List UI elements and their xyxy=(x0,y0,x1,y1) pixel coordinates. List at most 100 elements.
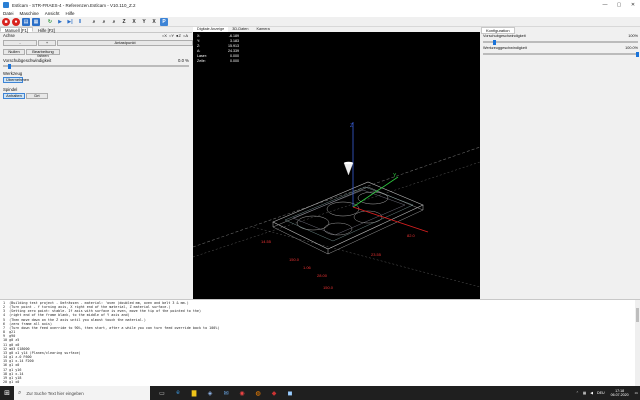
estlcam-icon[interactable]: ◆ xyxy=(266,386,282,400)
gcode-line[interactable]: 20 g1 x0 xyxy=(3,380,219,384)
view-p-icon[interactable]: P xyxy=(160,17,168,26)
uebernehmen-button[interactable]: Übernehmen xyxy=(3,77,29,83)
radio-a[interactable]: ○A xyxy=(183,33,188,38)
notification-icon[interactable]: ▭ xyxy=(635,391,638,395)
gcode-console[interactable]: 1 (Building test project - Umfrässen - m… xyxy=(0,299,640,386)
estlcam-window: Estlcam - STR-FRAES-4 - Referenzen.Estlc… xyxy=(0,0,640,400)
refresh-icon[interactable]: ↻ xyxy=(46,18,54,26)
radio-z[interactable]: ●Z xyxy=(176,33,181,38)
language-indicator[interactable]: DEU xyxy=(597,391,605,395)
window-title: Estlcam - STR-FRAES-4 - Referenzen.Estlc… xyxy=(12,2,136,8)
app-logo-icon xyxy=(3,2,9,8)
vorschub-slider[interactable] xyxy=(3,64,189,69)
zoom-in-icon[interactable]: ⌕ xyxy=(90,18,98,26)
axis-minus-button[interactable]: - xyxy=(3,40,37,46)
toolbar-separator xyxy=(86,18,88,26)
bearbeitung-fahren-button[interactable]: Bearbeitung fahren xyxy=(26,49,60,58)
toolbar-separator xyxy=(42,18,44,26)
step-icon[interactable]: ▶| xyxy=(66,18,74,26)
system-tray: ⌃ ▦ ◀ DEU 17:18 06.07.2020 ▭ xyxy=(574,389,640,397)
dim-label: 1.06 xyxy=(303,265,312,270)
taskbar-apps: ▭ e ▇ ◈ ✉ ◉ ◍ ◆ ◼ xyxy=(154,386,298,400)
view-x-icon[interactable]: X xyxy=(130,18,138,26)
spindel-row: Anhalten Drt xyxy=(3,93,48,99)
axis-radio-group: ○X ○Y ●Z ○A xyxy=(162,33,188,38)
feed-value: 100% xyxy=(628,34,638,38)
menu-bar: Datei Maschine Ansicht Hilfe xyxy=(0,10,640,17)
clock[interactable]: 17:18 06.07.2020 xyxy=(611,389,629,397)
dim-label: 23.55 xyxy=(371,252,382,257)
minimize-button[interactable]: — xyxy=(598,2,612,8)
app-icon[interactable]: ◼ xyxy=(282,386,298,400)
menu-datei[interactable]: Datei xyxy=(3,11,14,16)
tool-speed-slider-thumb[interactable] xyxy=(636,52,639,57)
z-axis-label: Z xyxy=(350,123,353,129)
chrome-icon[interactable]: ◉ xyxy=(234,386,250,400)
config-panel: Konfiguration Vorschubgeschwindigkeit 10… xyxy=(481,27,640,299)
close-button[interactable]: ✕ xyxy=(626,2,640,8)
feed-label: Vorschubgeschwindigkeit xyxy=(483,34,526,38)
tray-up-icon[interactable]: ⌃ xyxy=(576,391,579,395)
gcode-lines: 1 (Building test project - Umfrässen - m… xyxy=(3,301,219,384)
mail-icon[interactable]: ✉ xyxy=(218,386,234,400)
gcode-line[interactable]: 7 (Turn down the feed override to 90%, t… xyxy=(3,326,219,330)
nullen-button[interactable]: Nullen xyxy=(3,49,25,55)
vorschub-value: 0.0 % xyxy=(178,58,189,63)
record-icon[interactable]: ● xyxy=(12,17,20,26)
firefox-icon[interactable]: ◍ xyxy=(250,386,266,400)
taskbar-search[interactable]: ⌕ Zur Suche Text hier eingeben xyxy=(14,386,150,400)
clock-date: 06.07.2020 xyxy=(610,393,629,397)
store-icon[interactable]: ◈ xyxy=(202,386,218,400)
pause-icon[interactable]: ‖ xyxy=(76,18,84,26)
drehen-button[interactable]: Drt xyxy=(26,93,48,99)
edge-icon[interactable]: e xyxy=(170,386,186,400)
stop-icon[interactable]: ■ xyxy=(2,17,10,26)
anhalten-button[interactable]: Anhalten xyxy=(3,93,25,99)
view-x2-icon[interactable]: X xyxy=(150,18,158,26)
spindel-label: Spindel xyxy=(3,87,18,92)
vorschub-slider-thumb[interactable] xyxy=(7,64,11,69)
3d-view[interactable]: Digitale Anzeige 3D-Daten Kamera Z Y 14.… xyxy=(193,27,480,299)
network-icon[interactable]: ▦ xyxy=(583,391,586,395)
tab-manuell[interactable]: Manuell [F1] xyxy=(0,27,34,33)
volume-icon[interactable]: ◀ xyxy=(590,391,593,395)
console-scroll-thumb[interactable] xyxy=(636,308,639,322)
zoom-out-icon[interactable]: ⌕ xyxy=(100,18,108,26)
3d-scene[interactable]: Z Y 14.55 150.0 28.00 23.55 82.0 150.0 1… xyxy=(193,27,480,299)
dim-label: 150.0 xyxy=(323,285,334,290)
task-view-icon[interactable]: ▭ xyxy=(154,386,170,400)
werkzeug-label: Werkzeug xyxy=(3,71,23,76)
achse-label: Achse xyxy=(3,33,15,38)
save-icon[interactable]: ▦ xyxy=(32,17,40,26)
play-icon[interactable]: ▶ xyxy=(56,18,64,26)
tool-speed-value: 100.0% xyxy=(625,46,638,50)
feed-slider[interactable] xyxy=(483,40,638,45)
tool-speed-label: Werkzeuggeschwindigkeit xyxy=(483,46,527,50)
tool-speed-slider[interactable] xyxy=(483,52,639,57)
antastpunkt-button[interactable]: Antastpunkt xyxy=(57,40,193,46)
view-y-icon[interactable]: Y xyxy=(140,18,148,26)
zoom-fit-icon[interactable]: ⌕ xyxy=(110,18,118,26)
coord-key: Zeile: xyxy=(197,59,206,63)
start-button[interactable]: ⊞ xyxy=(0,386,14,400)
maximize-button[interactable]: ▢ xyxy=(612,2,626,8)
view-z-icon[interactable]: Z xyxy=(120,18,128,26)
axis-button-row: - + Antastpunkt xyxy=(3,40,193,46)
console-scrollbar[interactable] xyxy=(635,300,640,386)
title-bar: Estlcam - STR-FRAES-4 - Referenzen.Estlc… xyxy=(0,0,640,10)
menu-hilfe[interactable]: Hilfe xyxy=(66,11,75,16)
tab-konfiguration[interactable]: Konfiguration xyxy=(481,27,515,34)
dim-label: 150.0 xyxy=(289,257,300,262)
feed-slider-thumb[interactable] xyxy=(493,40,497,45)
open-icon[interactable]: ▤ xyxy=(22,17,30,26)
dim-label: 14.55 xyxy=(261,239,272,244)
axis-plus-button[interactable]: + xyxy=(38,40,56,46)
dim-label: 82.0 xyxy=(407,233,416,238)
menu-ansicht[interactable]: Ansicht xyxy=(45,11,60,16)
radio-x[interactable]: ○X xyxy=(162,33,167,38)
search-icon: ⌕ xyxy=(18,389,22,396)
tab-hilfe[interactable]: Hilfe [F2] xyxy=(33,27,60,33)
radio-y[interactable]: ○Y xyxy=(169,33,174,38)
menu-maschine[interactable]: Maschine xyxy=(20,11,39,16)
explorer-icon[interactable]: ▇ xyxy=(186,386,202,400)
